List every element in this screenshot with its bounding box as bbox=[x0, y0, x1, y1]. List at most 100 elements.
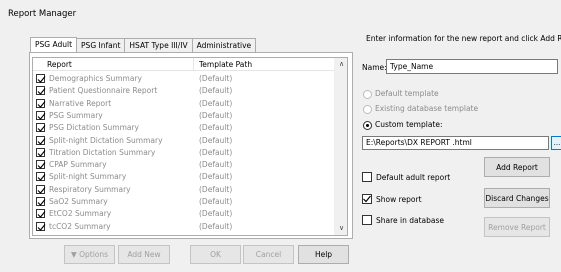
tab-psg-infant[interactable]: PSG Infant bbox=[76, 38, 126, 52]
row-report-name: Split-night Summary bbox=[49, 172, 127, 182]
remove-report-button[interactable]: Remove Report bbox=[484, 217, 550, 237]
row-checkbox[interactable] bbox=[36, 74, 46, 83]
discard-changes-button[interactable]: Discard Changes bbox=[484, 188, 550, 208]
share-database-checkbox[interactable] bbox=[362, 215, 372, 225]
table-row[interactable]: Narrative Report (Default) bbox=[33, 98, 335, 109]
checkmark-icon bbox=[37, 100, 46, 108]
row-checkbox[interactable] bbox=[36, 135, 46, 145]
row-template-path: (Default) bbox=[199, 209, 233, 219]
table-row[interactable]: PSG Dictation Summary (Default) bbox=[33, 123, 335, 133]
table-row[interactable]: SaO2 Summary (Default) bbox=[33, 197, 335, 207]
checkmark-icon bbox=[37, 186, 46, 194]
scroll-down-icon[interactable]: ∨ bbox=[335, 222, 347, 235]
help-button[interactable]: Help bbox=[298, 245, 349, 264]
tab-administrative[interactable]: Administrative bbox=[191, 38, 257, 52]
options-button[interactable]: ▼ Options bbox=[64, 245, 115, 264]
row-template-path: (Default) bbox=[199, 221, 233, 231]
row-report-name: EtCO2 Summary bbox=[49, 209, 112, 219]
row-checkbox[interactable] bbox=[36, 209, 46, 219]
row-template-path: (Default) bbox=[199, 184, 233, 194]
row-template-path: (Default) bbox=[199, 135, 233, 145]
checkmark-icon bbox=[37, 211, 46, 219]
checkmark-icon bbox=[37, 162, 46, 169]
ok-button[interactable]: OK bbox=[190, 245, 241, 264]
report-list[interactable]: Report Template Path Demographics Summar… bbox=[32, 57, 348, 236]
checkmark-icon bbox=[363, 195, 371, 203]
row-checkbox[interactable] bbox=[36, 86, 46, 96]
row-template-path: (Default) bbox=[199, 86, 233, 96]
table-row[interactable]: Demographics Summary (Default) bbox=[33, 74, 335, 84]
table-row[interactable]: Split-night Summary (Default) bbox=[33, 172, 335, 182]
existing-template-label: Existing database template bbox=[375, 104, 479, 113]
checkmark-icon bbox=[37, 76, 46, 83]
row-template-path: (Default) bbox=[199, 110, 233, 120]
scroll-up-icon[interactable]: ∧ bbox=[335, 58, 347, 71]
table-row[interactable]: Split-night Dictation Summary (Default) bbox=[33, 135, 335, 146]
table-row[interactable]: Respiratory Summary (Default) bbox=[33, 184, 335, 195]
checkmark-icon bbox=[37, 199, 46, 206]
checkmark-icon bbox=[37, 149, 46, 157]
show-report-label: Show report bbox=[376, 195, 422, 204]
row-template-path: (Default) bbox=[199, 123, 233, 133]
row-template-path: (Default) bbox=[199, 147, 233, 157]
row-report-name: Narrative Report bbox=[49, 98, 112, 108]
custom-template-radio[interactable] bbox=[363, 121, 372, 130]
browse-button[interactable]: ... bbox=[551, 136, 561, 150]
checkmark-icon bbox=[37, 113, 46, 120]
custom-template-label: Custom template: bbox=[375, 120, 443, 129]
vertical-scrollbar[interactable]: ∧ ∨ bbox=[334, 58, 347, 235]
row-template-path: (Default) bbox=[199, 98, 233, 108]
row-checkbox[interactable] bbox=[36, 110, 46, 120]
add-new-button[interactable]: Add New bbox=[118, 245, 170, 264]
default-template-label: Default template bbox=[375, 89, 439, 98]
table-row[interactable]: EtCO2 Summary (Default) bbox=[33, 209, 335, 219]
name-field[interactable]: Type_Name bbox=[386, 59, 558, 74]
checkmark-icon bbox=[37, 223, 46, 231]
default-adult-checkbox[interactable] bbox=[362, 172, 372, 182]
row-checkbox[interactable] bbox=[36, 160, 46, 170]
row-report-name: tcCO2 Summary bbox=[49, 221, 111, 231]
tab-strip: PSG Adult PSG Infant HSAT Type III/IV Ad… bbox=[30, 37, 257, 52]
default-adult-label: Default adult report bbox=[376, 173, 451, 182]
table-row[interactable]: Titration Dictation Summary (Default) bbox=[33, 147, 335, 158]
name-label: Name: bbox=[362, 63, 387, 72]
row-checkbox[interactable] bbox=[36, 123, 46, 133]
table-row[interactable]: PSG Summary (Default) bbox=[33, 110, 335, 121]
row-report-name: Respiratory Summary bbox=[49, 184, 131, 194]
row-checkbox[interactable] bbox=[36, 172, 46, 182]
checkmark-icon bbox=[37, 125, 46, 133]
row-checkbox[interactable] bbox=[36, 147, 46, 157]
tab-hsat[interactable]: HSAT Type III/IV bbox=[124, 38, 193, 52]
row-template-path: (Default) bbox=[199, 74, 233, 83]
table-row[interactable]: tcCO2 Summary (Default) bbox=[33, 221, 335, 232]
row-checkbox[interactable] bbox=[36, 184, 46, 194]
checkmark-icon bbox=[37, 174, 46, 182]
row-report-name: Split-night Dictation Summary bbox=[49, 135, 163, 145]
default-template-radio[interactable] bbox=[363, 90, 372, 99]
cancel-button[interactable]: Cancel bbox=[243, 245, 294, 264]
list-header: Report Template Path bbox=[33, 58, 335, 71]
table-row[interactable]: Patient Questionnaire Report (Default) bbox=[33, 86, 335, 96]
column-header-template-path[interactable]: Template Path bbox=[199, 60, 252, 69]
row-report-name: PSG Dictation Summary bbox=[49, 123, 139, 133]
row-checkbox[interactable] bbox=[36, 98, 46, 108]
row-template-path: (Default) bbox=[199, 197, 233, 206]
existing-template-radio[interactable] bbox=[363, 105, 372, 114]
column-header-report[interactable]: Report bbox=[47, 60, 72, 69]
checkmark-icon bbox=[37, 137, 46, 145]
add-report-button[interactable]: Add Report bbox=[484, 157, 550, 177]
table-row[interactable]: CPAP Summary (Default) bbox=[33, 160, 335, 170]
show-report-checkbox[interactable] bbox=[362, 194, 372, 204]
row-report-name: SaO2 Summary bbox=[49, 197, 108, 206]
column-divider[interactable] bbox=[193, 58, 194, 71]
row-checkbox[interactable] bbox=[36, 197, 46, 206]
row-checkbox[interactable] bbox=[36, 221, 46, 231]
row-template-path: (Default) bbox=[199, 160, 233, 170]
row-report-name: CPAP Summary bbox=[49, 160, 107, 170]
template-path-field[interactable]: E:\Reports\DX REPORT .html bbox=[362, 136, 549, 150]
tab-psg-adult[interactable]: PSG Adult bbox=[30, 37, 78, 52]
window-title: Report Manager bbox=[8, 9, 77, 19]
row-template-path: (Default) bbox=[199, 172, 233, 182]
row-report-name: Demographics Summary bbox=[49, 74, 142, 83]
row-report-name: Titration Dictation Summary bbox=[49, 147, 156, 157]
